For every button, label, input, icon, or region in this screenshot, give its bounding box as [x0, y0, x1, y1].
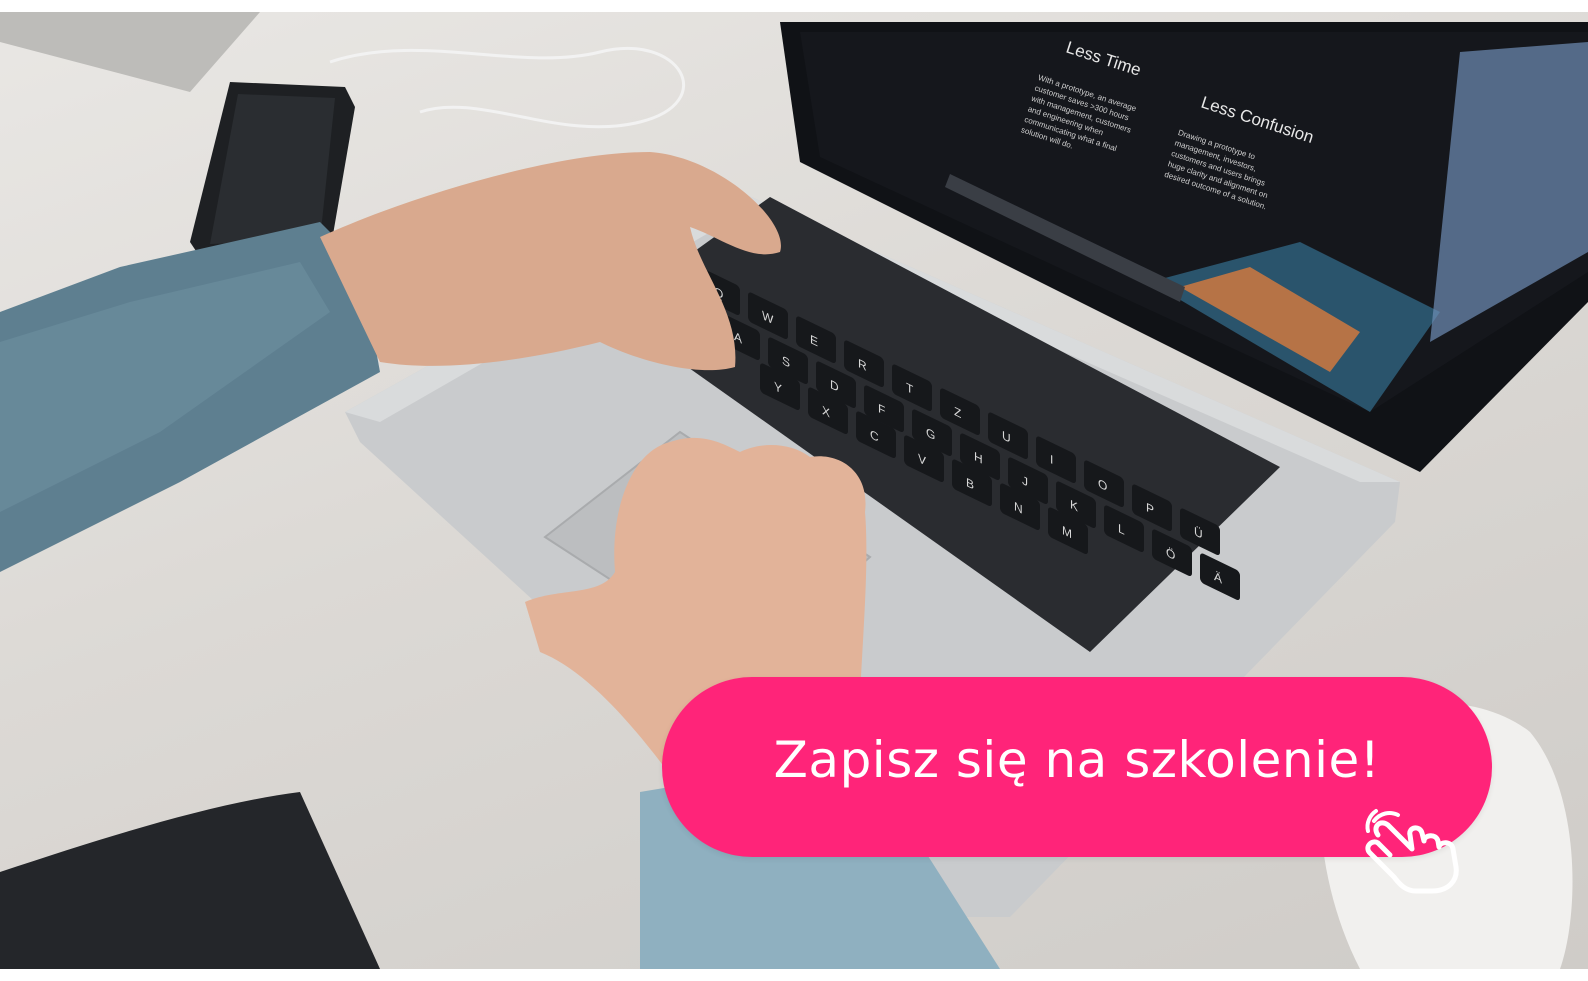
lap	[0, 792, 380, 969]
desk-object	[0, 12, 260, 92]
cable	[329, 46, 686, 129]
keyboard-key-label: I	[1050, 452, 1053, 467]
hand-pointer-icon	[1365, 809, 1459, 894]
signup-cta-label: Zapisz się na szkolenie!	[773, 731, 1381, 789]
smartphone	[190, 82, 355, 257]
page: Less Time With a prototype, an average c…	[0, 0, 1588, 981]
